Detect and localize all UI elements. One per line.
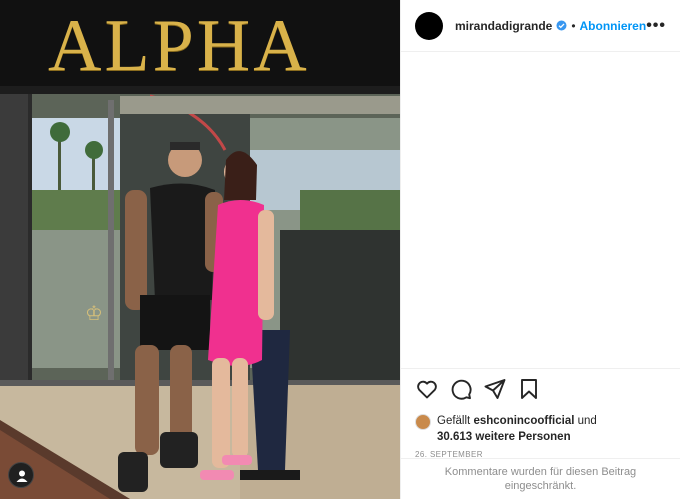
- avatar[interactable]: [415, 11, 443, 40]
- user-icon: [16, 470, 28, 482]
- storefront-sign-text: ALPHA: [48, 5, 310, 87]
- action-icon-row: [415, 377, 670, 401]
- post-actions: Gefällt eshconincoofficial und 30.613 we…: [401, 368, 680, 459]
- bookmark-icon[interactable]: [517, 377, 541, 401]
- comment-icon[interactable]: [449, 377, 473, 401]
- likes-summary: Gefällt eshconincoofficial und: [415, 414, 670, 430]
- username-link[interactable]: mirandadigrande: [455, 19, 552, 33]
- likes-line1: Gefällt eshconincoofficial und: [437, 414, 597, 429]
- liker-avatar[interactable]: [415, 414, 431, 430]
- likes-conjunction: und: [577, 415, 597, 427]
- comments-area: [401, 52, 680, 366]
- tagged-people-icon[interactable]: [8, 462, 34, 488]
- post-photo[interactable]: ♔ ALPHA: [0, 0, 400, 499]
- post-header: mirandadigrande • Abonnieren •••: [401, 0, 680, 52]
- likes-count-link[interactable]: 30.613 weitere Personen: [437, 430, 670, 445]
- liker-username-link[interactable]: eshconincoofficial: [473, 415, 574, 427]
- heart-icon[interactable]: [415, 377, 439, 401]
- more-options-icon[interactable]: •••: [646, 17, 666, 35]
- header-separator: •: [571, 18, 576, 33]
- comments-restricted-notice: Kommentare wurden für diesen Beitrag ein…: [401, 458, 680, 499]
- svg-text:♔: ♔: [85, 301, 103, 325]
- verified-badge-icon: [556, 20, 567, 31]
- likes-prefix: Gefällt: [437, 415, 471, 427]
- share-icon[interactable]: [483, 377, 507, 401]
- instagram-post: ♔ ALPHA mirandadigrande • Abonnieren •••…: [0, 0, 680, 499]
- likes-count-text: 30.613 weitere Personen: [437, 431, 571, 443]
- post-sidebar: mirandadigrande • Abonnieren ••• Gefällt…: [400, 0, 680, 499]
- follow-button[interactable]: Abonnieren: [580, 19, 647, 33]
